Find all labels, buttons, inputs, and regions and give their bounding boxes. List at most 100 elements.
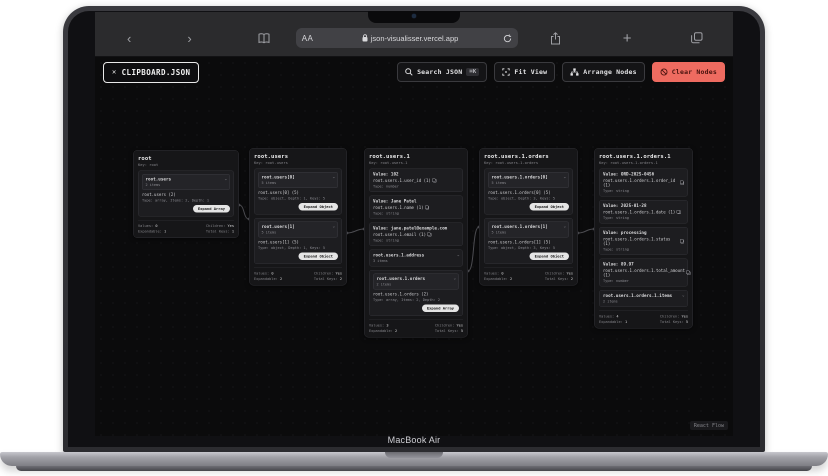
folder-row[interactable]: root.users[0] › 5 items root.users[0] (5) Ty… [254,168,342,215]
items-count: 2 items [376,282,392,287]
folder-header: root.users[1] › [261,224,336,230]
copy-icon[interactable] [686,270,691,275]
expand-array-button[interactable]: Expand Array [421,304,459,312]
key-path: root.users.1.orders.1.date (1) [603,209,684,215]
share-icon[interactable] [550,31,561,45]
key-path: root.users.1.orders[0] (5) [488,190,551,196]
node-stats-left: Values: 0 Expandable: 2 [254,271,282,282]
clear-nodes-button[interactable]: Clear Nodes [651,62,725,82]
value-row[interactable]: Value: ORD-2025-0456 root.users.1.orders.… [599,168,688,197]
key-path: root.users.1.orders.1.total_amount (1) [603,269,691,278]
value-row[interactable]: Value: Jane Patel root.users.1.name (1) Ty… [369,195,463,219]
folder-row[interactable]: root.users.1.orders[1] › 5 items root.users… [484,218,573,264]
folder-subheader[interactable]: root.users.1.orders[1] › 5 items [488,221,569,238]
value-text: Value: jane.patel@example.com [373,226,448,231]
graph-node-root.users.1.orders[interactable]: root.users.1.orders Key: root.users.1.ord… [479,148,578,286]
arrange-nodes-button[interactable]: Arrange Nodes [562,62,645,82]
back-button[interactable]: ‹ [123,32,135,45]
value-row[interactable]: Value: processing root.users.1.orders.1.s… [599,227,688,255]
copy-icon[interactable] [432,178,437,183]
value-row[interactable]: Value: 102 root.users.1.user_id (1) Type: … [369,168,463,192]
folder-row[interactable]: root.users.1.orders › 2 items root.users.1.… [369,270,463,316]
folder-row[interactable]: root.users[1] › 5 items root.users[1] (5) Ty… [254,218,342,264]
expand-object-button[interactable]: Expand Object [298,203,338,211]
node-stats-left: Values: 0 Expandable: 2 [484,271,512,282]
value-row[interactable]: Value: jane.patel@example.com root.users.… [369,222,463,246]
value-row[interactable]: Value: 2025-01-28 root.users.1.orders.1.d… [599,200,688,224]
folder-subheader[interactable]: root.users[1] › 5 items [258,221,338,238]
stat-total-keys: Total Keys: 2 [544,276,573,282]
node-stats-right: Children: Yes Total Keys: 2 [314,271,342,282]
folder-row[interactable]: root.users › 2 items root.users (2) Type: ar… [138,170,234,217]
new-tab-button[interactable]: + [619,31,636,46]
expand-array-button[interactable]: Expand Array [192,205,230,213]
expand-object-button[interactable]: Expand Object [529,203,569,211]
file-chip[interactable]: ✕ CLIPBOARD.JSON [103,61,200,83]
sidebar-book-icon[interactable] [258,32,270,44]
type-meta: Type: string [603,215,629,221]
react-flow-attribution[interactable]: React Flow [689,421,728,430]
chevron-down-icon: › [330,176,336,179]
items-count: 2 items [145,183,161,187]
node-key-subtitle: Key: root.users.1.orders [484,160,539,166]
folder-header: root.users.1.orders › [376,276,457,282]
url-text: json-visualisser.vercel.app [327,34,492,43]
expand-object-button[interactable]: Expand Object [529,252,569,260]
items-count: 5 items [261,230,277,235]
reader-mode-button[interactable]: AA [302,34,314,43]
expand-object-button[interactable]: Expand Object [298,252,338,260]
stat-expandable: Expandable: 1 [138,229,167,234]
value-text: Value: ORD-2025-0456 [603,172,655,177]
folder-subheader[interactable]: root.users.1.orders[0] › 5 items [488,172,569,188]
value-text: Value: Jane Patel [373,199,417,204]
type-meta: Type: object, Depth: 3, Keys: 5 [488,245,556,251]
laptop-lid-notch [385,452,443,458]
tabs-icon[interactable] [691,32,703,44]
address-bar[interactable]: AA json-visualisser.vercel.app [295,28,518,48]
node-key-subtitle: Key: root.users.1.orders.1 [599,160,658,166]
key-path: root.users.1.user_id (1) [373,178,459,183]
chevron-down-icon: › [680,294,686,298]
copy-icon[interactable] [679,180,684,185]
refresh-icon[interactable] [503,34,512,43]
type-meta: Type: string [373,238,399,243]
graph-node-root.users.1[interactable]: root.users.1 Key: root.users.1 Value: 102 r… [364,148,468,338]
copy-icon[interactable] [427,232,432,237]
node-title: root.users.1.orders.1 [599,153,671,160]
items-count: 5 items [491,230,507,235]
folder-header[interactable]: root.users.1.address › [373,253,460,258]
folder-row[interactable]: root.users.1.orders.1.items › 2 items [599,290,688,307]
key-path: root.users.1.orders.1.order_id (1) [603,179,684,188]
device-label: MacBook Air [387,435,441,445]
graph-node-root.users[interactable]: root.users Key: root.users root.users[0] › 5… [249,148,347,286]
lock-icon [362,34,368,42]
laptop-base-edge [16,466,812,471]
laptop-screen-frame: ‹ › AA json-visualisser.vercel.app + ✕ C… [63,6,765,452]
graph-node-root[interactable]: root Key: root root.users › 2 items root.user… [133,150,239,239]
items-count: 2 items [603,299,618,304]
folder-header[interactable]: root.users.1.orders.1.items › [603,294,686,299]
key-path: root.users[1] (5) [258,240,299,245]
copy-icon[interactable] [676,209,681,214]
browser-window: ‹ › AA json-visualisser.vercel.app + ✕ C… [95,12,733,436]
copy-icon[interactable] [679,239,684,244]
folder-subheader[interactable]: root.users.1.orders › 2 items [373,273,459,290]
chevron-down-icon: › [561,176,567,179]
value-row[interactable]: Value: 89.97 root.users.1.orders.1.total_… [599,258,691,287]
graph-node-root.users.1.orders.1[interactable]: root.users.1.orders.1 Key: root.users.1.o… [594,148,693,329]
folder-row[interactable]: root.users.1.address › 3 items [369,249,463,267]
copy-icon[interactable] [424,205,430,210]
stat-expandable: Expandable: 2 [369,328,398,334]
graph-canvas[interactable]: root Key: root root.users › 2 items root.user… [95,57,733,436]
folder-subheader[interactable]: root.users › 2 items [142,174,230,190]
folder-header: root.users.1.orders[0] › [491,175,567,180]
laptop-bezel: ‹ › AA json-visualisser.vercel.app + ✕ C… [68,11,760,447]
items-count: 5 items [491,181,507,185]
folder-subheader[interactable]: root.users[0] › 5 items [258,172,338,188]
search-json-button[interactable]: Search JSON ⌘K [397,62,488,82]
fit-view-button[interactable]: Fit View [494,62,556,82]
folder-row[interactable]: root.users.1.orders[0] › 5 items root.users… [484,168,573,215]
close-icon[interactable]: ✕ [112,68,117,76]
key-path: root.users.1.orders (2) [373,292,429,297]
forward-button[interactable]: › [183,32,195,45]
